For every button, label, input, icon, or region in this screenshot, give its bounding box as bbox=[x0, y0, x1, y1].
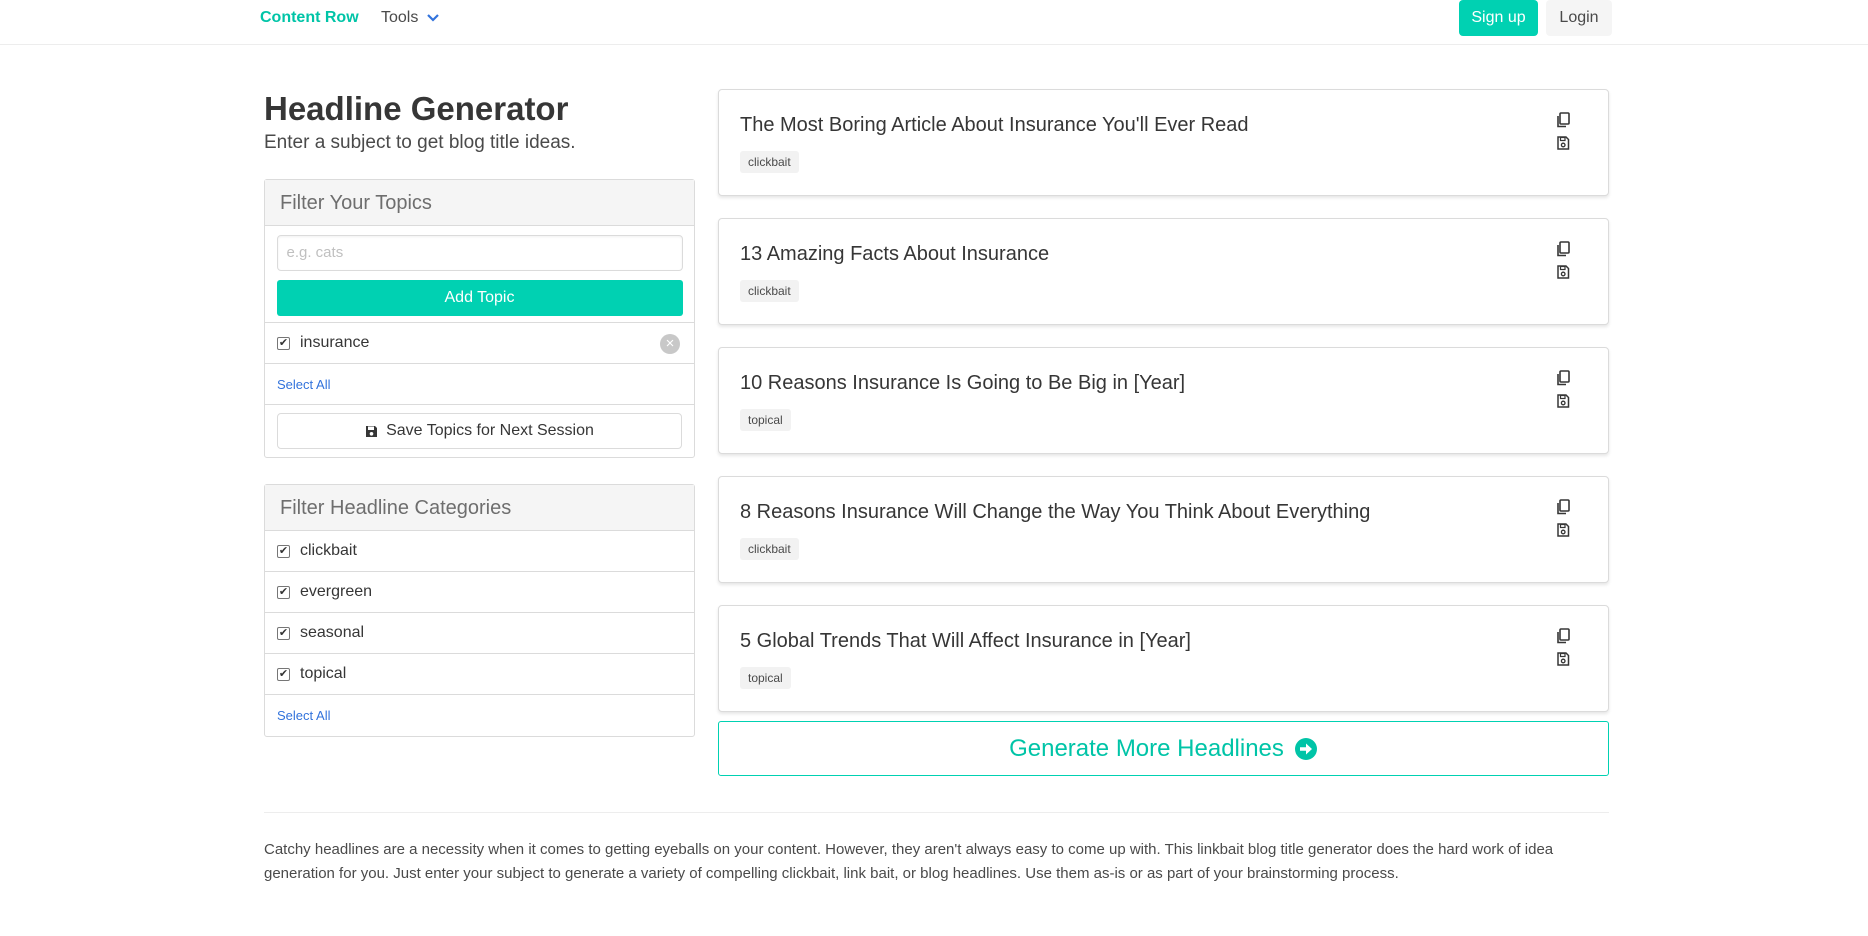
headline-tag: clickbait bbox=[740, 538, 799, 560]
headline-actions bbox=[1556, 628, 1570, 667]
save-topics-block: Save Topics for Next Session bbox=[265, 405, 694, 457]
login-button[interactable]: Login bbox=[1546, 0, 1612, 36]
footer-description: Catchy headlines are a necessity when it… bbox=[264, 841, 1554, 882]
save-icon[interactable] bbox=[1556, 522, 1570, 538]
category-label: evergreen bbox=[300, 583, 373, 600]
headline-card: 13 Amazing Facts About Insurance clickba… bbox=[718, 218, 1609, 325]
copy-icon[interactable] bbox=[1556, 628, 1570, 644]
categories-panel: Filter Headline Categories ✔ clickbait ✔… bbox=[264, 484, 695, 737]
category-item-topical[interactable]: ✔ topical bbox=[265, 654, 694, 695]
topics-select-all[interactable]: Select All bbox=[265, 364, 694, 405]
topics-panel-heading: Filter Your Topics bbox=[265, 180, 694, 226]
copy-icon[interactable] bbox=[1556, 370, 1570, 386]
category-item-seasonal[interactable]: ✔ seasonal bbox=[265, 613, 694, 654]
category-checkbox[interactable]: ✔ bbox=[277, 626, 290, 640]
generate-label: Generate More Headlines bbox=[1009, 734, 1284, 762]
generate-more-button[interactable]: Generate More Headlines bbox=[718, 721, 1609, 776]
headline-card: 10 Reasons Insurance Is Going to Be Big … bbox=[718, 347, 1609, 454]
category-item-evergreen[interactable]: ✔ evergreen bbox=[265, 572, 694, 613]
delete-topic-icon[interactable]: × bbox=[660, 334, 680, 354]
topic-label: insurance bbox=[300, 334, 370, 351]
category-checkbox[interactable]: ✔ bbox=[277, 544, 290, 558]
headline-title: 8 Reasons Insurance Will Change the Way … bbox=[740, 501, 1371, 523]
save-icon[interactable] bbox=[1556, 135, 1570, 151]
headline-title: 10 Reasons Insurance Is Going to Be Big … bbox=[740, 372, 1186, 394]
save-topics-button[interactable]: Save Topics for Next Session bbox=[277, 413, 682, 449]
headline-tag: clickbait bbox=[740, 280, 799, 302]
copy-icon[interactable] bbox=[1556, 112, 1570, 128]
page-title: Headline Generator bbox=[264, 90, 569, 127]
topic-entry-block: Add Topic bbox=[265, 226, 694, 323]
save-icon[interactable] bbox=[1556, 393, 1570, 409]
save-topics-label: Save Topics for Next Session bbox=[386, 422, 594, 439]
topic-item[interactable]: ✔ insurance × bbox=[265, 323, 694, 364]
headline-card: The Most Boring Article About Insurance … bbox=[718, 89, 1609, 196]
arrow-circle-right-icon bbox=[1294, 737, 1317, 760]
copy-icon[interactable] bbox=[1556, 241, 1570, 257]
topic-input[interactable] bbox=[276, 234, 683, 271]
headline-title: 13 Amazing Facts About Insurance bbox=[740, 243, 1050, 265]
add-topic-button[interactable]: Add Topic bbox=[276, 279, 683, 316]
tools-menu[interactable]: Tools bbox=[381, 9, 440, 27]
category-label: clickbait bbox=[300, 542, 357, 559]
save-icon[interactable] bbox=[1556, 264, 1570, 280]
headline-actions bbox=[1556, 370, 1570, 409]
footer-divider bbox=[264, 812, 1609, 813]
category-checkbox[interactable]: ✔ bbox=[277, 585, 290, 599]
headline-actions bbox=[1556, 241, 1570, 280]
category-label: topical bbox=[300, 665, 347, 682]
signup-button[interactable]: Sign up bbox=[1459, 0, 1538, 36]
category-checkbox[interactable]: ✔ bbox=[277, 667, 290, 681]
categories-panel-heading: Filter Headline Categories bbox=[265, 485, 694, 531]
floppy-disk-icon bbox=[366, 425, 378, 437]
copy-icon[interactable] bbox=[1556, 499, 1570, 515]
headline-title: The Most Boring Article About Insurance … bbox=[740, 114, 1249, 136]
headline-title: 5 Global Trends That Will Affect Insuran… bbox=[740, 630, 1191, 652]
topics-panel: Filter Your Topics Add Topic ✔ insurance… bbox=[264, 179, 695, 458]
headline-tag: topical bbox=[740, 667, 791, 689]
headline-card: 5 Global Trends That Will Affect Insuran… bbox=[718, 605, 1609, 712]
tools-label: Tools bbox=[381, 9, 419, 26]
topic-checkbox[interactable]: ✔ bbox=[277, 336, 290, 350]
top-navbar: Content Row Tools Sign up Login bbox=[0, 0, 1868, 45]
categories-select-all[interactable]: Select All bbox=[265, 695, 694, 736]
headline-card: 8 Reasons Insurance Will Change the Way … bbox=[718, 476, 1609, 583]
page-subtitle: Enter a subject to get blog title ideas. bbox=[264, 132, 576, 153]
headline-tag: clickbait bbox=[740, 151, 799, 173]
category-item-clickbait[interactable]: ✔ clickbait bbox=[265, 531, 694, 572]
headline-actions bbox=[1556, 499, 1570, 538]
headline-tag: topical bbox=[740, 409, 791, 431]
category-label: seasonal bbox=[300, 624, 365, 641]
save-icon[interactable] bbox=[1556, 651, 1570, 667]
brand-link[interactable]: Content Row bbox=[260, 9, 359, 27]
chevron-down-icon bbox=[427, 14, 440, 22]
headline-actions bbox=[1556, 112, 1570, 151]
